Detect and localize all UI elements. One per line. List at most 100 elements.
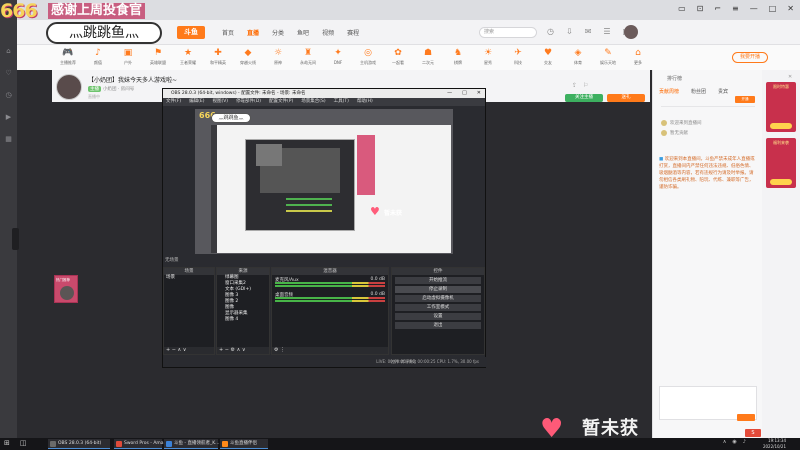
task-icon[interactable]: ☰ — [603, 27, 610, 36]
category-item[interactable]: ★ 王者荣耀 — [177, 45, 199, 70]
ranking-label[interactable]: 排行榜 — [667, 75, 682, 82]
category-item[interactable]: ✎ 娱乐天地 — [597, 45, 619, 70]
category-item[interactable]: ♪ 颜值 — [87, 45, 109, 70]
category-item[interactable]: ♥ 交友 — [537, 45, 559, 70]
category-item[interactable]: ◈ 体育 — [567, 45, 589, 70]
obs-menu-item[interactable]: 视图(V) — [212, 98, 228, 106]
category-item[interactable]: ✦ DNF — [327, 45, 349, 70]
category-item[interactable]: ✈ 科技 — [507, 45, 529, 70]
ad-banner[interactable]: 限时特惠 — [766, 82, 796, 132]
taskbar-system: ⊞ ◫ — [4, 439, 27, 447]
tab-vip[interactable]: 贵宾 — [718, 88, 728, 95]
control-button[interactable]: 设置 — [395, 313, 481, 320]
tray-app-icon[interactable]: S — [745, 429, 761, 437]
source-item[interactable]: 图像 4 — [217, 317, 269, 323]
nav-item[interactable]: 分类 — [272, 28, 284, 37]
network-icon[interactable]: ◉ — [732, 439, 736, 445]
category-item[interactable]: ◆ 穿越火线 — [237, 45, 259, 70]
nav-item[interactable]: 首页 — [222, 28, 234, 37]
send-button[interactable] — [737, 414, 755, 421]
category-item[interactable]: ☗ 二次元 — [417, 45, 439, 70]
nav-item[interactable]: 鱼吧 — [297, 28, 309, 37]
minimize-icon[interactable]: — — [447, 89, 452, 98]
obs-menu-item[interactable]: 配置文件(P) — [269, 98, 293, 106]
nav-item[interactable]: 直播 — [247, 28, 259, 37]
taskbar-app[interactable]: OBS 28.0.3 (64-bit) — [48, 439, 110, 449]
category-item[interactable]: ◎ 主机游戏 — [357, 45, 379, 70]
obs-menu-item[interactable]: 帮助(H) — [357, 98, 373, 106]
scene-item[interactable]: 场景 — [164, 275, 214, 281]
history-icon[interactable]: ◷ — [0, 84, 17, 106]
close-icon[interactable]: ✕ — [788, 74, 792, 80]
host-avatar[interactable] — [56, 74, 82, 100]
category-item[interactable]: ▣ 户外 — [117, 45, 139, 70]
category-item[interactable]: ✚ 和平精英 — [207, 45, 229, 70]
open-stream-button[interactable]: 我要开播 — [732, 52, 768, 63]
tab-fans[interactable]: 粉丝团 — [691, 88, 706, 95]
category-item[interactable]: ⚑ 英雄联盟 — [147, 45, 169, 70]
control-button[interactable]: 开始推流 — [395, 277, 481, 284]
share-icon[interactable]: ⇪ — [572, 82, 577, 89]
mixer-channel[interactable]: 桌面音频 0.0 dB — [272, 290, 388, 305]
subscribe-button[interactable]: 开通 — [735, 96, 755, 103]
follow-button[interactable]: 关注主播 — [565, 94, 603, 102]
ad-banner[interactable]: 福利来袭 — [766, 138, 796, 188]
volume-slider[interactable] — [275, 285, 385, 287]
category-item[interactable]: ☀ 星秀 — [477, 45, 499, 70]
search-input[interactable]: 搜索 — [479, 27, 537, 38]
nav-item[interactable]: 视频 — [322, 28, 334, 37]
maximize-icon[interactable]: □ — [462, 89, 467, 98]
obs-menu-item[interactable]: 工具(T) — [334, 98, 349, 106]
obs-menu-item[interactable]: 编辑(E) — [189, 98, 204, 106]
window-minimize-icon[interactable]: — — [750, 4, 758, 13]
obs-titlebar: OBS 28.0.3 (64-bit, windows) - 配置文件: 未命名… — [163, 89, 485, 98]
minimize-icon[interactable]: ▭ — [678, 4, 686, 13]
control-button[interactable]: 启动虚拟摄像机 — [395, 295, 481, 302]
taskbar-app[interactable]: 斗鱼直播伴侣 — [220, 439, 268, 449]
download-icon[interactable]: ⇩ — [566, 27, 573, 36]
category-item[interactable]: ✿ 一起看 — [387, 45, 409, 70]
obs-preview[interactable]: 666 灬跳跳鱼灬 ♥ 暂未获 — [195, 109, 453, 254]
volume-icon[interactable]: ♪ — [743, 439, 746, 445]
category-item[interactable]: ☼ 原神 — [267, 45, 289, 70]
obs-menu-item[interactable]: 停靠部件(D) — [236, 98, 261, 106]
category-item[interactable]: ♜ 永劫无间 — [297, 45, 319, 70]
taskbar-app[interactable]: Sword Pros - Ama... — [114, 439, 168, 449]
menu-icon[interactable]: ≡ — [732, 4, 739, 13]
report-icon[interactable]: ⚐ — [583, 82, 588, 89]
close-icon[interactable]: ✕ — [787, 4, 794, 13]
volume-slider[interactable] — [275, 300, 385, 302]
rail-collapse-handle[interactable] — [12, 228, 19, 250]
control-button[interactable]: 停止录制 — [395, 286, 481, 293]
category-item[interactable]: 🎮 主播推荐 — [57, 45, 79, 70]
restore-icon[interactable]: ⌐ — [714, 4, 721, 13]
category-icon[interactable]: ▦ — [0, 128, 17, 150]
close-icon[interactable]: ✕ — [477, 89, 481, 98]
task-view-icon[interactable]: ◫ — [20, 439, 27, 447]
user-avatar[interactable] — [624, 25, 638, 39]
clock-date: 2022/10/21 — [762, 443, 786, 449]
message-icon[interactable]: ✉ — [585, 27, 592, 36]
clock[interactable]: 19:13:34 2022/10/21 — [763, 438, 786, 449]
site-logo[interactable]: 斗鱼 — [177, 26, 205, 39]
gift-button[interactable]: 送礼 — [607, 94, 645, 102]
home-icon[interactable]: ⌂ — [0, 40, 17, 62]
obs-menu-item[interactable]: 场景集合(S) — [301, 98, 325, 106]
start-icon[interactable]: ⊞ — [4, 439, 10, 447]
category-item[interactable]: ⌂ 更多 — [627, 45, 649, 70]
floating-thumbnail[interactable]: 热门推荐 — [54, 275, 78, 303]
mixer-channel[interactable]: 麦克风/Aux 0.0 dB — [272, 275, 388, 290]
pin-icon[interactable]: ⊡ — [697, 4, 704, 13]
taskbar-app[interactable]: 斗鱼 - 直播领航者_K... — [164, 439, 219, 449]
chevron-up-icon[interactable]: ∧ — [723, 439, 727, 445]
tab-weekly[interactable]: 贡献周榜 — [659, 88, 679, 95]
control-button[interactable]: 工作室模式 — [395, 304, 481, 311]
category-item[interactable]: ♞ 棋牌 — [447, 45, 469, 70]
control-button[interactable]: 退出 — [395, 322, 481, 329]
nav-item[interactable]: 赛程 — [347, 28, 359, 37]
obs-menu-item[interactable]: 文件(F) — [166, 98, 181, 106]
follow-icon[interactable]: ♡ — [0, 62, 17, 84]
history-icon[interactable]: ◷ — [547, 27, 554, 36]
video-icon[interactable]: ▶ — [0, 106, 17, 128]
window-maximize-icon[interactable]: □ — [769, 4, 777, 13]
